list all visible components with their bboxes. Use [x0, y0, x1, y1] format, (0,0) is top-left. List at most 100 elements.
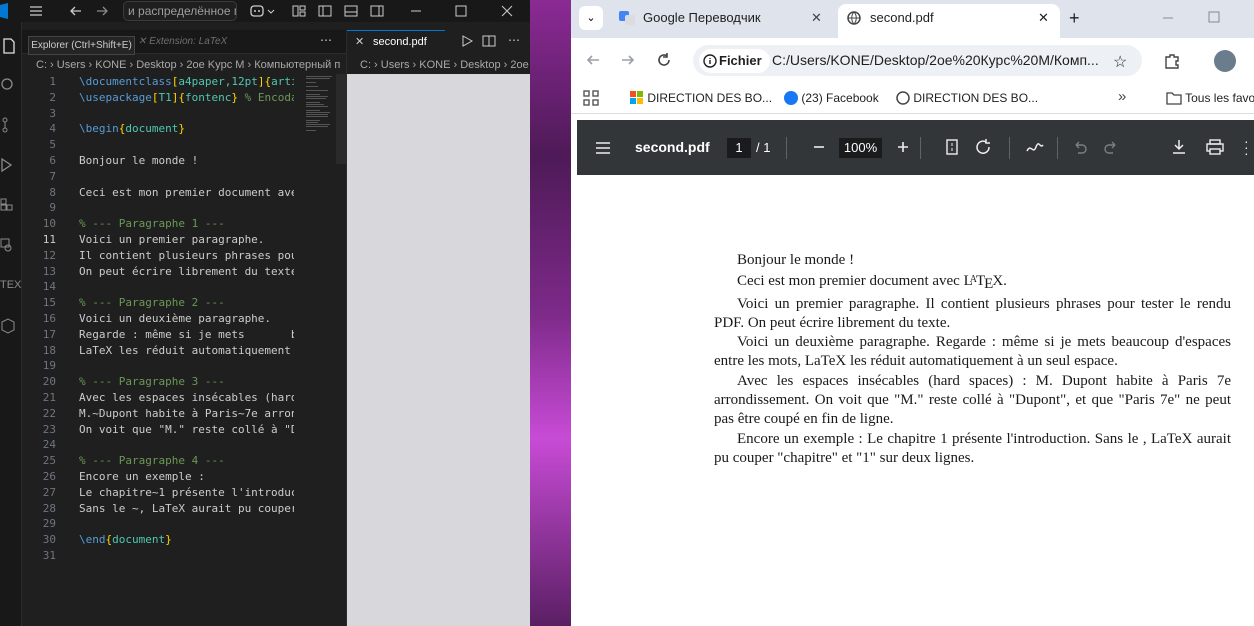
minimize-icon[interactable] — [407, 2, 425, 20]
zoom-out-icon[interactable] — [812, 140, 826, 154]
pdf-paragraph: Bonjour le monde ! — [737, 252, 855, 268]
line-number: 23 — [42, 422, 56, 436]
bookmark-label: DIRECTION DES BO... — [913, 91, 1039, 105]
print-icon[interactable] — [1206, 139, 1224, 155]
page-number-input[interactable]: 1 — [727, 138, 751, 158]
code-line: Avec les espaces insécables (hard — [79, 391, 294, 404]
editor-scrollbar[interactable] — [336, 74, 346, 164]
line-number: 9 — [49, 201, 56, 215]
extensions-icon[interactable] — [1163, 52, 1181, 70]
rotate-icon[interactable] — [975, 138, 993, 156]
reload-icon[interactable] — [656, 52, 672, 68]
chrome-tab-strip: ⌄ Google Переводчик ✕ second.pdf ✕ + — [571, 0, 1254, 38]
run-icon[interactable] — [460, 34, 474, 48]
explorer-tooltip: Explorer (Ctrl+Shift+E) — [28, 36, 135, 55]
page-total: / 1 — [756, 140, 771, 155]
more-options-icon[interactable]: · · · — [1244, 134, 1249, 160]
profile-avatar[interactable] — [1214, 50, 1236, 72]
line-number: 22 — [42, 406, 56, 420]
code-line: Il contient plusieurs phrases pour — [79, 248, 294, 262]
close-tab-icon[interactable]: ✕ — [138, 36, 149, 47]
back-arrow-icon[interactable] — [585, 52, 601, 68]
globe-icon — [896, 91, 910, 105]
tex-icon[interactable]: TEX — [0, 274, 22, 296]
bookmark-direction-1[interactable]: DIRECTION DES BO... — [630, 90, 772, 106]
bookmark-label: (23) Facebook — [801, 91, 879, 105]
menu-icon[interactable] — [27, 2, 45, 20]
line-number: 18 — [42, 343, 56, 357]
toolbar-divider — [1057, 137, 1058, 159]
tab-second-pdf-label: second.pdf — [373, 36, 427, 48]
tab-extension-latex[interactable]: ✕ Extension: LaTeX — [138, 36, 227, 47]
more-actions-icon[interactable]: ⋯ — [320, 33, 332, 47]
back-arrow-icon[interactable] — [67, 2, 85, 20]
extensions-icon[interactable] — [0, 194, 22, 216]
tab-second-pdf-chrome[interactable]: second.pdf ✕ — [838, 4, 1060, 38]
maximize-icon[interactable] — [1207, 10, 1221, 24]
bookmark-facebook[interactable]: (23) Facebook — [784, 90, 879, 106]
close-tab-icon[interactable]: ✕ — [355, 31, 364, 53]
code-line: Bonjour le monde ! — [79, 154, 199, 167]
pdf-document-text: Bonjour le monde ! Ceci est mon premier … — [714, 251, 1231, 468]
breadcrumb[interactable]: C: › Users › KONE › Desktop › 2oe — [347, 56, 530, 74]
search-icon[interactable] — [0, 74, 22, 96]
zoom-level-input[interactable]: 100% — [839, 138, 882, 158]
forward-arrow-icon[interactable] — [93, 2, 111, 20]
undo-icon[interactable] — [1073, 140, 1087, 154]
line-number: 24 — [42, 438, 56, 452]
site-info-chip[interactable]: Fichier — [699, 49, 770, 73]
line-number: 25 — [42, 454, 56, 468]
sidebar-menu-icon[interactable] — [595, 140, 611, 156]
annotate-icon[interactable] — [1026, 139, 1044, 155]
close-tab-icon[interactable]: ✕ — [1038, 4, 1049, 32]
breadcrumb[interactable]: C: › Users › KONE › Desktop › 2oe Kypc M… — [22, 56, 346, 74]
line-number: 26 — [42, 470, 56, 483]
code-line: % --- Paragraphe 3 --- — [79, 375, 225, 389]
line-number: 29 — [42, 517, 56, 531]
split-editor-icon[interactable] — [482, 34, 496, 48]
code-editor[interactable]: 1 \documentclass[a4paper,12pt]{artic 2 \… — [22, 74, 294, 626]
source-control-icon[interactable] — [0, 114, 22, 136]
tab-search-icon[interactable]: ⌄ — [579, 6, 603, 30]
remote-explorer-icon[interactable] — [0, 234, 22, 256]
chevron-more-icon[interactable]: » — [1118, 88, 1126, 105]
database-icon[interactable] — [0, 316, 22, 338]
line-number: 16 — [42, 312, 56, 325]
more-actions-icon[interactable]: ⋯ — [508, 33, 520, 47]
explorer-icon[interactable] — [0, 35, 22, 57]
layout-icon[interactable] — [290, 2, 308, 20]
download-icon[interactable] — [1171, 139, 1187, 155]
line-number: 7 — [49, 169, 56, 183]
bookmark-all-favorites[interactable]: Tous les favo — [1166, 90, 1254, 106]
code-line: LaTeX les réduit automatiquement à — [79, 343, 294, 357]
fit-page-icon[interactable] — [944, 138, 960, 156]
command-search-input[interactable]: и распределённое п — [123, 1, 237, 21]
new-tab-icon[interactable]: + — [1069, 8, 1080, 29]
pdf-preview-canvas[interactable] — [347, 74, 530, 626]
maximize-icon[interactable] — [452, 2, 470, 20]
vscode-logo-icon — [0, 2, 8, 20]
copilot-icon[interactable] — [248, 2, 266, 20]
toggle-panel-icon[interactable] — [342, 2, 360, 20]
forward-arrow-icon[interactable] — [620, 52, 636, 68]
bookmark-direction-2[interactable]: DIRECTION DES BO... — [896, 90, 1038, 106]
toggle-secondary-sidebar-icon[interactable] — [368, 2, 386, 20]
line-number: 17 — [42, 327, 56, 341]
toggle-sidebar-icon[interactable] — [316, 2, 334, 20]
close-tab-icon[interactable]: ✕ — [811, 4, 822, 32]
line-number: 28 — [42, 501, 56, 515]
minimize-icon[interactable] — [1161, 10, 1175, 24]
bookmark-star-icon[interactable]: ☆ — [1113, 52, 1127, 72]
close-icon[interactable] — [498, 2, 516, 20]
pdf-title: second.pdf — [635, 139, 710, 155]
tab-google-translate[interactable]: Google Переводчик ✕ — [611, 4, 831, 38]
code-line: % --- Paragraphe 4 --- — [79, 454, 225, 468]
redo-icon[interactable] — [1104, 140, 1118, 154]
line-number: 20 — [42, 375, 56, 389]
run-debug-icon[interactable] — [0, 154, 22, 176]
chevron-down-icon[interactable] — [266, 2, 276, 20]
apps-grid-icon[interactable] — [583, 90, 599, 106]
url-text[interactable]: C:/Users/KONE/Desktop/2oe%20Курс%20M/Ком… — [772, 52, 1099, 68]
zoom-in-icon[interactable] — [896, 140, 910, 154]
tab-second-pdf[interactable]: ✕ second.pdf — [347, 30, 445, 54]
